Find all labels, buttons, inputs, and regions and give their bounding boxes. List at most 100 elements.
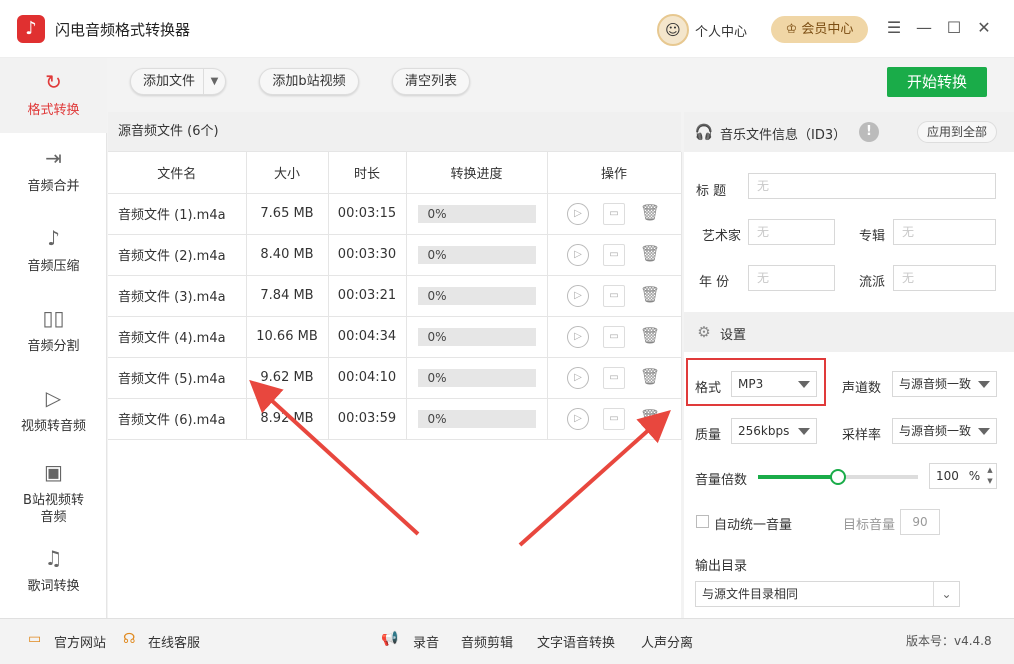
sidebar-item-audio-compress[interactable]: ♪ 音频压缩	[0, 224, 107, 275]
progress-bar: 0%	[417, 409, 536, 428]
output-dir-select[interactable]: 与源文件目录相同 ⌄	[695, 581, 960, 607]
add-bilibili-video-button[interactable]: 添加b站视频	[259, 68, 359, 95]
progress-bar: 0%	[417, 368, 536, 387]
album-field[interactable]: 无	[893, 219, 996, 245]
megaphone-icon: 📢	[381, 631, 399, 647]
official-website-link[interactable]: 官方网站	[54, 632, 106, 651]
add-file-button[interactable]: 添加文件 ▼	[130, 68, 226, 95]
table-row[interactable]: 音频文件 (2).m4a 8.40 MB 00:03:30 0% ▷ ▭ 🗑	[108, 234, 682, 276]
file-progress-cell: 0%	[406, 398, 548, 440]
play-icon[interactable]: ▷	[567, 284, 589, 307]
delete-icon[interactable]: 🗑	[639, 285, 661, 307]
delete-icon[interactable]: 🗑	[639, 408, 661, 430]
genre-field[interactable]: 无	[893, 265, 996, 291]
volume-slider-thumb[interactable]	[830, 469, 846, 485]
file-progress-cell: 0%	[406, 234, 548, 276]
title-field-label: 标 题	[696, 184, 727, 199]
file-actions-cell: ▷ ▭ 🗑	[547, 357, 682, 399]
folder-icon[interactable]: ▭	[603, 325, 625, 348]
column-header-actions: 操作	[547, 152, 682, 194]
file-table: 文件名 大小 时长 转换进度 操作 音频文件 (1).m4a 7.65 MB 00:…	[108, 152, 682, 440]
bilibili-icon: ▣	[44, 460, 63, 484]
file-name-cell: 音频文件 (3).m4a	[108, 275, 247, 317]
play-icon[interactable]: ▷	[567, 243, 589, 266]
folder-icon[interactable]: ▭	[603, 202, 625, 225]
sidebar-item-video-to-audio[interactable]: ▷ 视频转音频	[0, 384, 107, 435]
sidebar-item-label: 音频压缩	[27, 259, 80, 274]
volume-value: 100	[936, 469, 959, 483]
sidebar-item-bilibili-to-audio[interactable]: ▣ B站视频转音频	[0, 458, 107, 526]
file-list-title: 源音频文件 (6个)	[108, 112, 681, 152]
spin-down-icon[interactable]: ▼	[985, 477, 995, 485]
start-convert-button[interactable]: 开始转换	[887, 67, 987, 97]
settings-section-title: 设置	[720, 328, 747, 343]
file-size-cell: 9.62 MB	[246, 357, 329, 399]
sidebar-item-audio-split[interactable]: ▯▯ 音频分割	[0, 304, 107, 355]
target-volume-input[interactable]: 90	[900, 509, 940, 535]
profile-center-link[interactable]: 个人中心	[695, 21, 747, 40]
channel-select[interactable]: 与源音频一致	[892, 371, 997, 397]
play-icon[interactable]: ▷	[567, 366, 589, 389]
file-duration-cell: 00:03:15	[328, 193, 407, 235]
convert-icon: ↻	[45, 70, 62, 94]
delete-icon[interactable]: 🗑	[639, 326, 661, 348]
vip-center-label: 会员中心	[801, 22, 854, 37]
play-icon[interactable]: ▷	[567, 202, 589, 225]
avatar-icon[interactable]: ☺	[657, 14, 689, 46]
table-row[interactable]: 音频文件 (3).m4a 7.84 MB 00:03:21 0% ▷ ▭ 🗑	[108, 275, 682, 317]
folder-icon[interactable]: ▭	[603, 284, 625, 307]
minimize-icon[interactable]: —	[915, 17, 933, 39]
video-icon: ▷	[45, 386, 62, 410]
table-row[interactable]: 音频文件 (1).m4a 7.65 MB 00:03:15 0% ▷ ▭ 🗑	[108, 193, 682, 235]
artist-field-label: 艺术家	[702, 229, 742, 244]
sidebar-item-label: 歌词转换	[27, 579, 80, 594]
channel-value: 与源音频一致	[899, 377, 972, 391]
folder-icon[interactable]: ▭	[603, 243, 625, 266]
folder-icon[interactable]: ▭	[603, 366, 625, 389]
year-field[interactable]: 无	[748, 265, 835, 291]
file-actions-cell: ▷ ▭ 🗑	[547, 234, 682, 276]
delete-icon[interactable]: 🗑	[639, 244, 661, 266]
samplerate-select[interactable]: 与源音频一致	[892, 418, 997, 444]
info-warning-icon[interactable]: !	[859, 122, 879, 142]
play-icon[interactable]: ▷	[567, 407, 589, 430]
auto-normalize-checkbox[interactable]	[696, 515, 709, 528]
file-actions-cell: ▷ ▭ 🗑	[547, 193, 682, 235]
delete-icon[interactable]: 🗑	[639, 367, 661, 389]
record-link[interactable]: 录音	[413, 632, 439, 651]
output-dir-label: 输出目录	[695, 559, 748, 574]
sidebar-item-format-convert[interactable]: ↻ 格式转换	[0, 58, 107, 133]
sidebar-item-lyrics-convert[interactable]: ♫ 歌词转换	[0, 544, 107, 595]
dropdown-chevron-icon[interactable]: ▼	[203, 69, 225, 94]
dropdown-caret-icon	[978, 428, 990, 435]
id3-section-header: 🎧 音乐文件信息（ID3） ! 应用到全部	[684, 112, 1014, 152]
spin-up-icon[interactable]: ▲	[985, 466, 995, 474]
progress-bar: 0%	[417, 204, 536, 223]
vip-center-button[interactable]: ♔ 会员中心	[771, 16, 868, 43]
quality-select[interactable]: 256kbps	[731, 418, 817, 444]
file-progress-cell: 0%	[406, 193, 548, 235]
sidebar-item-audio-merge[interactable]: ⇥ 音频合并	[0, 144, 107, 195]
file-name-cell: 音频文件 (6).m4a	[108, 398, 247, 440]
volume-slider[interactable]	[758, 469, 918, 485]
folder-icon[interactable]: ▭	[603, 407, 625, 430]
table-row[interactable]: 音频文件 (6).m4a 8.92 MB 00:03:59 0% ▷ ▭ 🗑	[108, 398, 682, 440]
menu-icon[interactable]: ☰	[885, 17, 903, 39]
channel-label: 声道数	[842, 381, 882, 396]
table-row[interactable]: 音频文件 (5).m4a 9.62 MB 00:04:10 0% ▷ ▭ 🗑	[108, 357, 682, 399]
file-progress-cell: 0%	[406, 275, 548, 317]
app-title: 闪电音频格式转换器	[55, 21, 191, 39]
maximize-icon[interactable]: ☐	[945, 17, 963, 39]
audio-cut-link[interactable]: 音频剪辑	[461, 632, 513, 651]
text-to-speech-link[interactable]: 文字语音转换	[537, 632, 615, 651]
close-icon[interactable]: ✕	[975, 17, 993, 39]
vocal-separation-link[interactable]: 人声分离	[641, 632, 693, 651]
table-row[interactable]: 音频文件 (4).m4a 10.66 MB 00:04:34 0% ▷ ▭ 🗑	[108, 316, 682, 358]
delete-icon[interactable]: 🗑	[639, 203, 661, 225]
artist-field[interactable]: 无	[748, 219, 835, 245]
clear-list-button[interactable]: 清空列表	[392, 68, 470, 95]
apply-to-all-button[interactable]: 应用到全部	[917, 121, 997, 143]
online-support-link[interactable]: 在线客服	[148, 632, 200, 651]
play-icon[interactable]: ▷	[567, 325, 589, 348]
title-field[interactable]: 无	[748, 173, 996, 199]
